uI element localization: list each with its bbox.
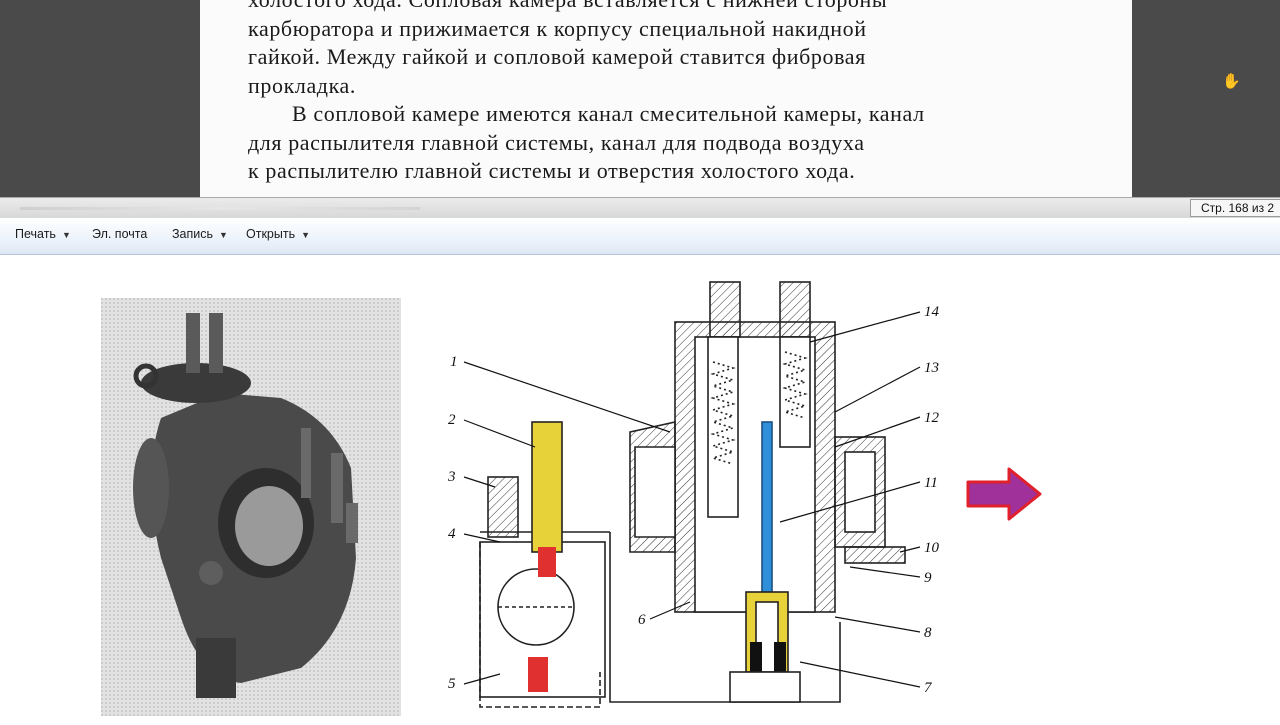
text-line: гайкой. Между гайкой и сопловой камерой … (248, 44, 866, 69)
toolbar: Печать ▼ Эл. почта Запись ▼ Открыть ▼ (0, 218, 1280, 255)
record-label: Запись (172, 227, 214, 241)
callout-label: 11 (924, 475, 938, 491)
page-counter[interactable]: Стр. 168 из 2 (1190, 199, 1280, 217)
chevron-down-icon: ▼ (219, 230, 228, 240)
callout-label: 7 (924, 680, 933, 696)
callout-label: 8 (924, 625, 932, 641)
text-line: В сопловой камере имеются канал смесител… (292, 101, 925, 126)
callout-label: 6 (638, 612, 646, 628)
print-button[interactable]: Печать ▼ (15, 227, 71, 241)
hand-cursor-icon: ✋ (1222, 73, 1241, 90)
callout-label: 10 (924, 540, 940, 556)
callout-label: 13 (924, 360, 939, 376)
open-button[interactable]: Открыть ▼ (246, 227, 310, 241)
callout-label: 5 (448, 676, 456, 692)
carburetor-photo (101, 298, 401, 716)
text-line: прокладка. (248, 72, 357, 98)
right-arrow-icon (965, 466, 1043, 522)
text-line: к распылителю главной системы и отверсти… (248, 158, 856, 183)
chevron-down-icon: ▼ (61, 230, 71, 240)
email-button[interactable]: Эл. почта (92, 227, 147, 241)
callout-label: 3 (447, 469, 456, 485)
callout-label: 9 (924, 570, 932, 586)
carburetor-cross-section-diagram: 1 2 3 4 5 6 7 8 9 10 11 12 13 14 (440, 262, 960, 720)
callout-label: 1 (450, 354, 458, 370)
text-line: для распылителя главной системы, канал д… (248, 129, 865, 155)
record-button[interactable]: Запись ▼ (172, 227, 228, 241)
chevron-down-icon: ▼ (301, 230, 311, 240)
status-divider (20, 207, 420, 210)
text-line: карбюратора и прижимается к корпусу спец… (248, 15, 867, 41)
callout-label: 2 (448, 412, 456, 428)
email-label: Эл. почта (92, 227, 148, 241)
status-bar: Стр. 168 из 2 (0, 197, 1280, 219)
document-page: холостого хода. Сопловая камера вставляе… (200, 0, 1132, 197)
callout-label: 14 (924, 304, 940, 320)
open-label: Открыть (246, 227, 296, 241)
callout-label: 4 (448, 526, 456, 542)
callout-label: 12 (924, 410, 940, 426)
text-line: холостого хода. Сопловая камера вставляе… (248, 0, 1088, 15)
print-label: Печать (15, 227, 56, 241)
page-text: холостого хода. Сопловая камера вставляе… (248, 0, 1088, 186)
